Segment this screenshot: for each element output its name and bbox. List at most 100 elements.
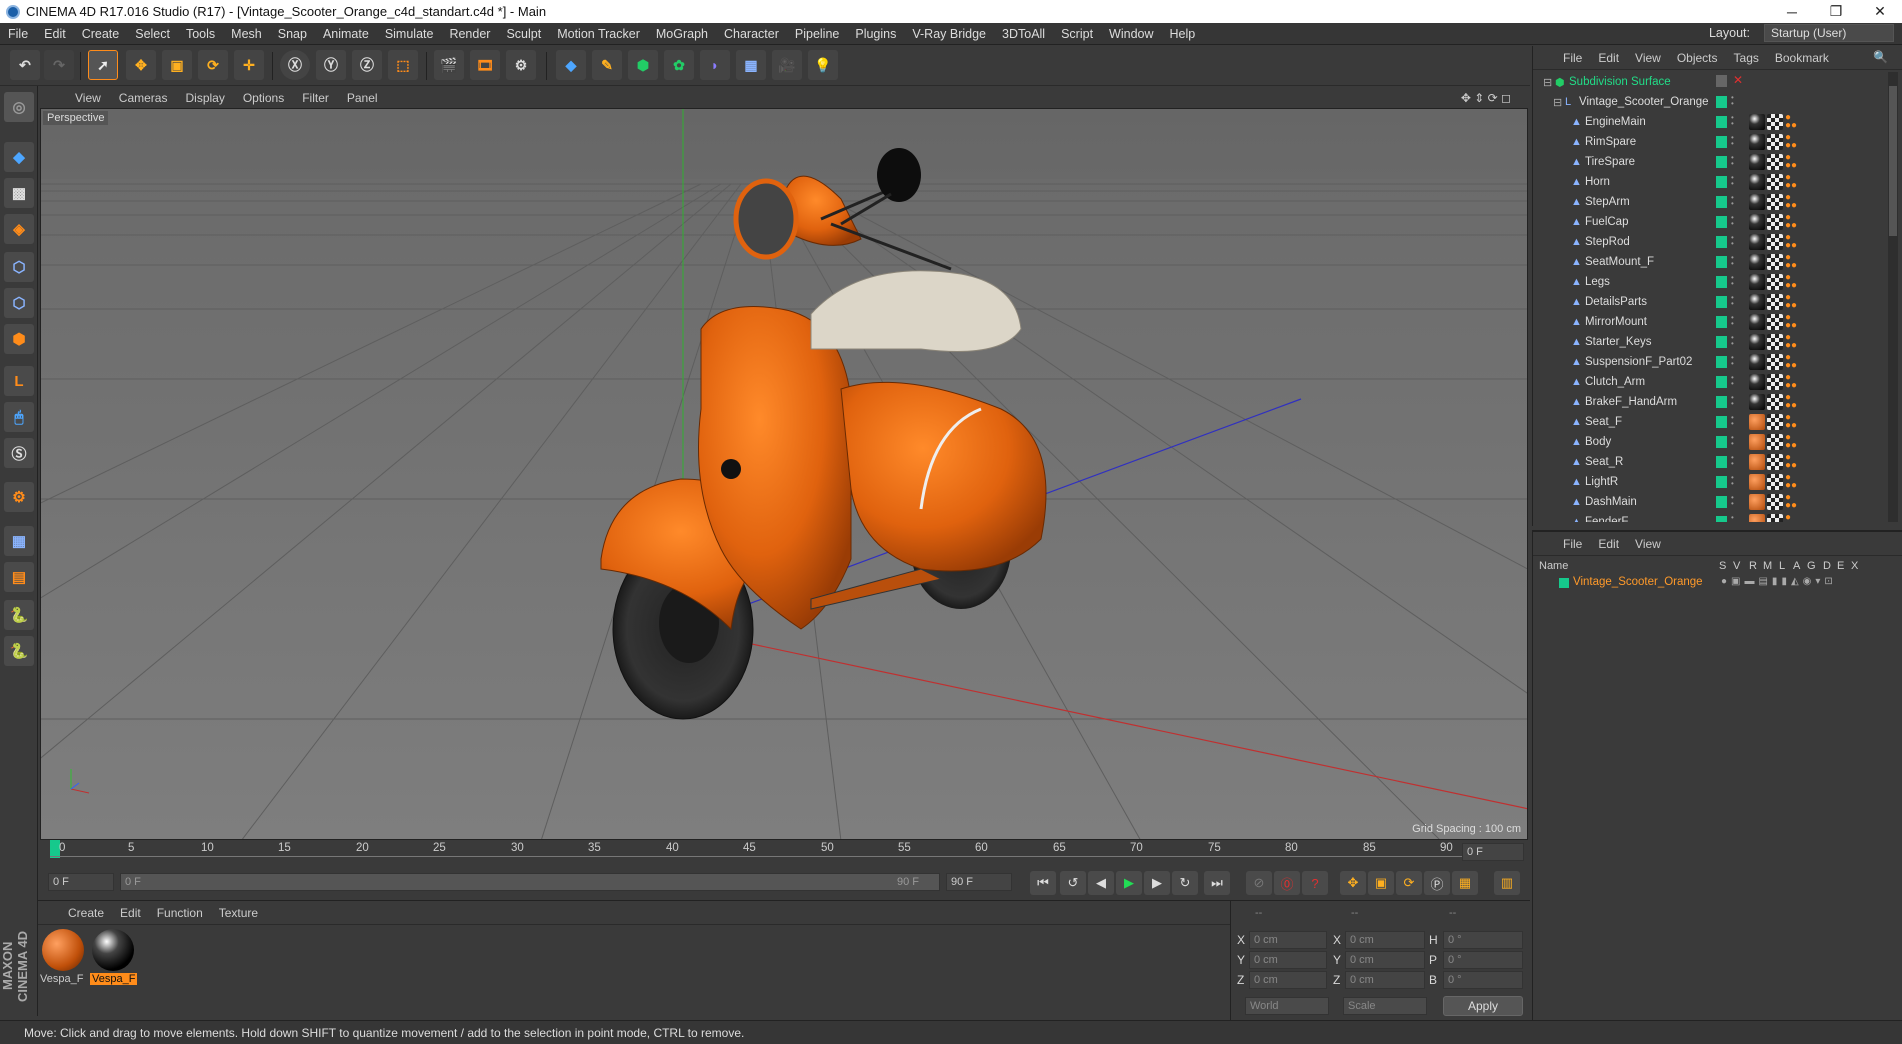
- visibility-dots[interactable]: ••: [1731, 214, 1735, 229]
- phong-tag-icon[interactable]: ●●●: [1785, 273, 1801, 291]
- material-name[interactable]: Vespa_F: [40, 973, 83, 985]
- minimize-button[interactable]: ─: [1770, 0, 1814, 23]
- layer-color-tag[interactable]: [1716, 396, 1727, 408]
- material-menu-texture[interactable]: Texture: [211, 906, 266, 920]
- object-row[interactable]: ▲ Horn • • ● ●●: [1533, 172, 1888, 192]
- timeline-window-icon[interactable]: ▥: [1494, 871, 1520, 895]
- material-name-selected[interactable]: Vespa_F: [90, 973, 138, 985]
- phong-tag-icon[interactable]: ●●●: [1785, 173, 1801, 191]
- layer-color-tag[interactable]: [1716, 516, 1727, 522]
- visibility-dots[interactable]: ••: [1731, 474, 1735, 489]
- start-frame-field[interactable]: 0 F: [48, 873, 114, 891]
- menu-character[interactable]: Character: [716, 27, 787, 41]
- workplane-mode-icon[interactable]: ◈: [4, 214, 34, 244]
- phong-tag-icon[interactable]: ●●●: [1785, 333, 1801, 351]
- material-tag-icon[interactable]: [1749, 234, 1765, 250]
- material-tag-icon[interactable]: [1749, 294, 1765, 310]
- prev-key-icon[interactable]: ↺: [1060, 871, 1086, 895]
- uvw-tag-icon[interactable]: [1767, 394, 1783, 410]
- material-tag-icon[interactable]: [1749, 254, 1765, 270]
- animate-workplane-icon[interactable]: ▤: [4, 562, 34, 592]
- layer-color-tag[interactable]: [1716, 156, 1727, 168]
- object-row[interactable]: ▲ Clutch_Arm • • ● ●●: [1533, 372, 1888, 392]
- menu-edit[interactable]: Edit: [36, 27, 74, 41]
- obj-search-icon[interactable]: 🔍: [1865, 50, 1896, 64]
- visibility-dots[interactable]: ••: [1731, 334, 1735, 349]
- phong-tag-icon[interactable]: ●●●: [1785, 413, 1801, 431]
- phong-tag-icon[interactable]: ●●●: [1785, 313, 1801, 331]
- python-script-2-icon[interactable]: 🐍: [4, 636, 34, 666]
- material-tag-icon[interactable]: [1749, 314, 1765, 330]
- layer-color-tag[interactable]: [1716, 296, 1727, 308]
- z-axis-lock-icon[interactable]: Ⓩ: [352, 50, 382, 80]
- coord-mode-dropdown[interactable]: Scale: [1343, 997, 1427, 1015]
- menu-mograph[interactable]: MoGraph: [648, 27, 716, 41]
- phong-tag-icon[interactable]: ●●●: [1785, 193, 1801, 211]
- layer-color-tag[interactable]: [1716, 276, 1727, 288]
- material-menu-function[interactable]: Function: [149, 906, 211, 920]
- menu-3dtoall[interactable]: 3DToAll: [994, 27, 1053, 41]
- material-tag-icon[interactable]: [1749, 274, 1765, 290]
- material-tag-icon[interactable]: [1749, 214, 1765, 230]
- uvw-tag-icon[interactable]: [1767, 494, 1783, 510]
- object-row[interactable]: ▲ StepArm • • ● ●●: [1533, 192, 1888, 212]
- uvw-tag-icon[interactable]: [1767, 434, 1783, 450]
- menu-create[interactable]: Create: [74, 27, 128, 41]
- key-parameter-icon[interactable]: Ⓟ: [1424, 871, 1450, 895]
- rot-p-field[interactable]: 0 °: [1443, 951, 1523, 969]
- object-row-root[interactable]: ⊟ ⬢ Subdivision Surface ✕: [1533, 72, 1888, 92]
- material-tag-icon[interactable]: [1749, 334, 1765, 350]
- menu-tools[interactable]: Tools: [178, 27, 223, 41]
- phong-tag-icon[interactable]: ●●●: [1785, 213, 1801, 231]
- material-tag-icon[interactable]: [1749, 514, 1765, 522]
- uvw-tag-icon[interactable]: [1767, 234, 1783, 250]
- object-row[interactable]: ▲ StepRod • • ● ●●: [1533, 232, 1888, 252]
- record-keys-icon[interactable]: ⊘: [1246, 871, 1272, 895]
- deformer-icon[interactable]: ◗: [700, 50, 730, 80]
- visibility-dots[interactable]: ••: [1731, 434, 1735, 449]
- phong-tag-icon[interactable]: ●●●: [1785, 293, 1801, 311]
- pen-spline-icon[interactable]: ✎: [592, 50, 622, 80]
- uvw-tag-icon[interactable]: [1767, 254, 1783, 270]
- uvw-tag-icon[interactable]: [1767, 174, 1783, 190]
- size-z-field[interactable]: 0 cm: [1345, 971, 1425, 989]
- frame-range-slider[interactable]: 0 F 90 F: [120, 873, 940, 891]
- menu-pipeline[interactable]: Pipeline: [787, 27, 847, 41]
- prev-frame-icon[interactable]: ◀: [1088, 871, 1114, 895]
- next-frame-icon[interactable]: ▶: [1144, 871, 1170, 895]
- light-icon[interactable]: 💡: [808, 50, 838, 80]
- rotate-tool-icon[interactable]: ⟳: [198, 50, 228, 80]
- object-row[interactable]: ▲ Legs • • ● ●●: [1533, 272, 1888, 292]
- layer-color-tag[interactable]: [1716, 136, 1727, 148]
- visibility-dots[interactable]: ••: [1731, 374, 1735, 389]
- object-row[interactable]: ▲ Starter_Keys • • ● ●●: [1533, 332, 1888, 352]
- layer-toggles[interactable]: ●▣▬▤▮▮◭◉▾⊡: [1721, 576, 1837, 587]
- current-frame-field[interactable]: 0 F: [1462, 843, 1524, 861]
- edges-mode-icon[interactable]: ⬡: [4, 288, 34, 318]
- material-tag-icon[interactable]: [1749, 454, 1765, 470]
- obj-menu-edit[interactable]: Edit: [1590, 51, 1627, 65]
- layer-color-tag[interactable]: [1716, 356, 1727, 368]
- phong-tag-icon[interactable]: ●●●: [1785, 453, 1801, 471]
- obj-menu-objects[interactable]: Objects: [1669, 51, 1726, 65]
- keyframe-selection-icon[interactable]: ?: [1302, 871, 1328, 895]
- size-y-field[interactable]: 0 cm: [1345, 951, 1425, 969]
- object-row[interactable]: ▲ DetailsParts • • ● ●●: [1533, 292, 1888, 312]
- key-pla-icon[interactable]: ▦: [1452, 871, 1478, 895]
- disabled-icon[interactable]: ✕: [1733, 73, 1743, 87]
- object-row[interactable]: ▲ SuspensionF_Part02 • • ● ●●: [1533, 352, 1888, 372]
- material-tag-icon[interactable]: [1749, 114, 1765, 130]
- grid-workplane-icon[interactable]: ▦: [4, 526, 34, 556]
- visibility-dots[interactable]: ••: [1731, 414, 1735, 429]
- phong-tag-icon[interactable]: ●●●: [1785, 153, 1801, 171]
- menu-select[interactable]: Select: [127, 27, 178, 41]
- coordinate-system-icon[interactable]: ⬚: [388, 50, 418, 80]
- subdivision-surface-icon[interactable]: ⬢: [628, 50, 658, 80]
- material-tag-icon[interactable]: [1749, 354, 1765, 370]
- layer-color-tag[interactable]: [1716, 456, 1727, 468]
- visibility-dots[interactable]: ••: [1731, 134, 1735, 149]
- menu-sculpt[interactable]: Sculpt: [498, 27, 549, 41]
- layer-menu-view[interactable]: View: [1627, 537, 1669, 551]
- visibility-dots[interactable]: ••: [1731, 154, 1735, 169]
- layer-color-tag[interactable]: [1716, 176, 1727, 188]
